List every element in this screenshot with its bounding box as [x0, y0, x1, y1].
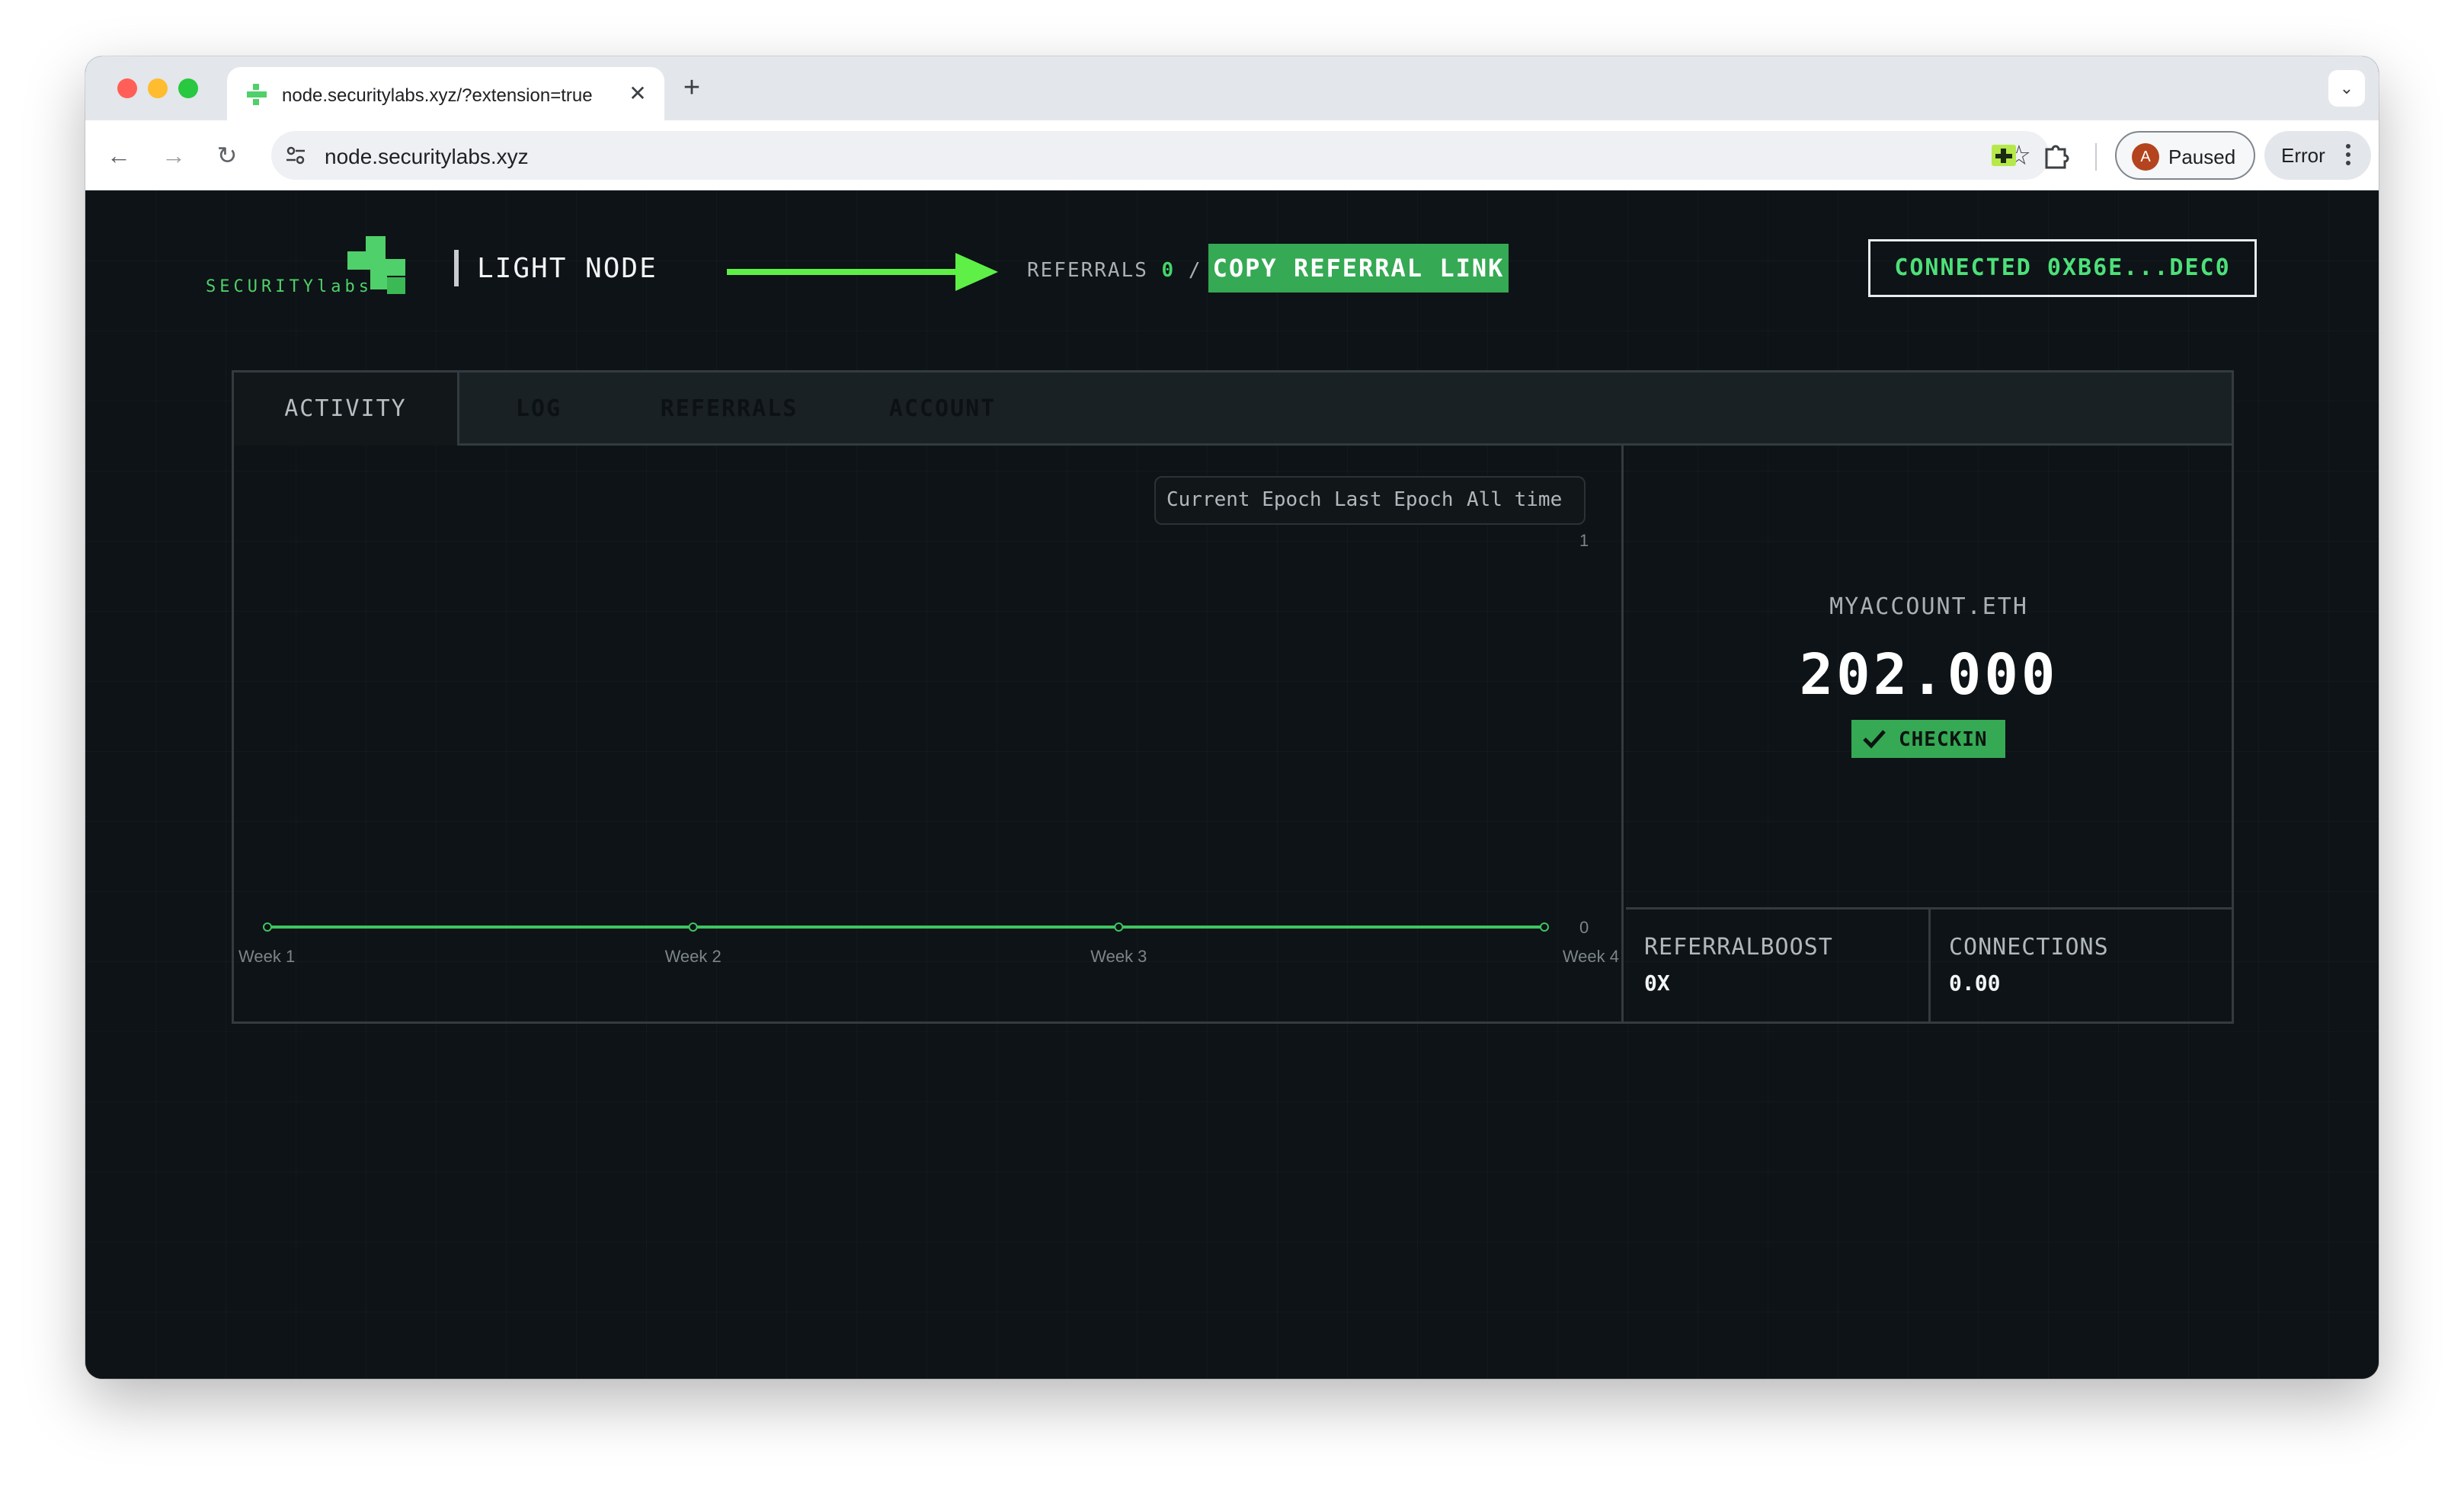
- referrals-counter: REFERRALS 0 /: [1027, 259, 1202, 282]
- x-tick-label: Week 3: [1090, 947, 1147, 966]
- data-point: [1114, 922, 1124, 932]
- error-menu-button[interactable]: Error: [2264, 131, 2371, 180]
- site-settings-icon[interactable]: [283, 143, 308, 168]
- x-tick-label: Week 4: [1563, 947, 1619, 966]
- tab-activity[interactable]: ACTIVITY: [234, 372, 459, 446]
- back-arrow-icon[interactable]: ←: [104, 140, 134, 171]
- stat-connections: CONNECTIONS 0.00: [1928, 910, 2231, 1021]
- toolbar-divider: [2095, 143, 2097, 171]
- checkin-button[interactable]: CHECKIN: [1851, 720, 2005, 758]
- stat-referral-boost: REFERRALBOOST 0X: [1626, 910, 1928, 1021]
- points-balance: 202.000: [1799, 642, 2059, 708]
- browser-toolbar: ← → ↻ node.securitylabs.xyz ☆ A Paused E…: [85, 120, 2379, 190]
- browser-window: node.securitylabs.xyz/?extension=true ✕ …: [85, 56, 2379, 1379]
- reload-icon[interactable]: ↻: [212, 140, 242, 171]
- minimize-window-button[interactable]: [148, 78, 168, 98]
- x-tick-label: Week 2: [665, 947, 722, 966]
- range-last-epoch[interactable]: Last Epoch: [1334, 488, 1454, 511]
- securitylabs-favicon-icon: [247, 84, 267, 105]
- address-bar[interactable]: node.securitylabs.xyz ☆: [271, 131, 2050, 180]
- error-label: Error: [2281, 144, 2325, 167]
- tab-bar: node.securitylabs.xyz/?extension=true ✕ …: [85, 56, 2379, 120]
- page-title: LIGHT NODE: [477, 253, 658, 284]
- page-content: SECURITYlabs LIGHT NODE REFERRALS 0 / CO…: [85, 190, 2379, 1379]
- referrals-separator: /: [1188, 259, 1202, 282]
- close-window-button[interactable]: [117, 78, 137, 98]
- tab-list: ACTIVITY LOG REFERRALS ACCOUNT: [234, 372, 2232, 446]
- tab-log[interactable]: LOG: [462, 372, 615, 446]
- data-point: [1540, 922, 1549, 932]
- avatar: A: [2132, 143, 2159, 171]
- forward-arrow-icon[interactable]: →: [158, 140, 189, 171]
- profile-status-label: Paused: [2168, 145, 2236, 168]
- logo-wordmark: SECURITYlabs: [206, 277, 373, 296]
- tab-search-chevron-icon[interactable]: ⌄: [2328, 70, 2365, 107]
- y-tick-label: 1: [1579, 531, 1589, 550]
- stat-value: 0X: [1644, 970, 1670, 996]
- profile-button[interactable]: A Paused: [2115, 131, 2255, 180]
- tab-referrals[interactable]: REFERRALS: [630, 372, 828, 446]
- tab-title: node.securitylabs.xyz/?extension=true: [282, 85, 593, 106]
- x-tick-label: Week 1: [238, 947, 295, 966]
- stats-row: REFERRALBOOST 0X CONNECTIONS 0.00: [1626, 907, 2232, 1021]
- data-point: [263, 922, 272, 932]
- stat-label: CONNECTIONS: [1949, 934, 2109, 961]
- data-point: [688, 922, 698, 932]
- stat-label: REFERRALBOOST: [1644, 934, 1833, 961]
- tab-close-icon[interactable]: ✕: [625, 81, 651, 107]
- checkin-label: CHECKIN: [1899, 728, 1988, 751]
- stat-value: 0.00: [1949, 970, 2001, 996]
- right-arrow-icon: [727, 253, 998, 291]
- new-tab-button[interactable]: +: [677, 73, 707, 104]
- y-tick-label: 0: [1579, 918, 1589, 937]
- range-all-time[interactable]: All time: [1467, 488, 1562, 511]
- activity-chart: Week 1 Week 2 Week 3 Week 4 1 0 Current Epoch…: [234, 446, 1624, 1021]
- referrals-label: REFERRALS: [1027, 259, 1148, 282]
- tab-account[interactable]: ACCOUNT: [851, 372, 1034, 446]
- securitylabs-extension-icon[interactable]: [1989, 140, 2019, 171]
- checkmark-icon: [1863, 730, 1886, 749]
- account-summary: MYACCOUNT.ETH 202.000 CHECKIN: [1626, 446, 2232, 907]
- range-current-epoch[interactable]: Current Epoch: [1166, 488, 1322, 511]
- dashboard-panel: ACTIVITY LOG REFERRALS ACCOUNT Week 1 Wee…: [232, 370, 2234, 1024]
- referrals-count: 0: [1161, 259, 1176, 282]
- epoch-range-toggle: Current Epoch Last Epoch All time: [1154, 476, 1586, 525]
- wallet-connected-button[interactable]: CONNECTED 0XB6E...DEC0: [1868, 239, 2257, 297]
- maximize-window-button[interactable]: [178, 78, 198, 98]
- securitylabs-logo[interactable]: SECURITYlabs: [206, 236, 434, 305]
- extensions-puzzle-icon[interactable]: [2040, 140, 2071, 171]
- account-name: MYACCOUNT.ETH: [1829, 593, 2028, 620]
- header-divider: [454, 250, 459, 286]
- kebab-menu-icon: [2344, 142, 2353, 169]
- copy-referral-link-button[interactable]: COPY REFERRAL LINK: [1208, 244, 1509, 293]
- url-text: node.securitylabs.xyz: [325, 145, 529, 168]
- activity-line-chart: Week 1 Week 2 Week 3 Week 4 1 0: [238, 531, 1619, 966]
- browser-tab[interactable]: node.securitylabs.xyz/?extension=true ✕: [227, 67, 664, 120]
